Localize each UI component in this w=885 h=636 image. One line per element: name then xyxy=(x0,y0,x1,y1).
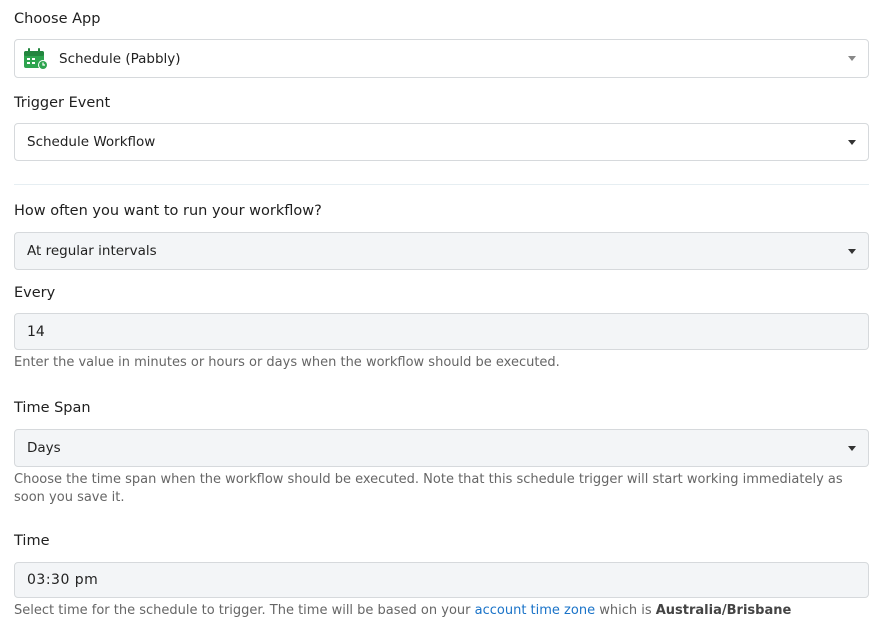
every-value: 14 xyxy=(27,323,45,340)
time-label: Time xyxy=(14,533,50,549)
frequency-label: How often you want to run your workflow? xyxy=(14,203,322,219)
calendar-clock-icon xyxy=(23,47,49,71)
every-input[interactable]: 14 xyxy=(14,313,869,350)
chevron-down-icon xyxy=(848,56,856,61)
trigger-event-select[interactable]: Schedule Workflow xyxy=(14,123,869,161)
time-span-value: Days xyxy=(27,440,61,456)
timezone-value: Australia/Brisbane xyxy=(655,603,792,618)
time-input[interactable]: 03:30 pm xyxy=(14,562,869,598)
time-help-middle: which is xyxy=(595,603,656,618)
frequency-value: At regular intervals xyxy=(27,243,157,259)
time-help-prefix: Select time for the schedule to trigger.… xyxy=(14,603,475,618)
section-divider xyxy=(14,184,869,185)
choose-app-value: Schedule (Pabbly) xyxy=(59,50,181,67)
trigger-event-value: Schedule Workflow xyxy=(27,134,156,150)
time-value: 03:30 pm xyxy=(27,572,99,588)
choose-app-label: Choose App xyxy=(14,11,101,27)
every-label: Every xyxy=(14,285,56,301)
time-span-help-text: Choose the time span when the workflow s… xyxy=(14,472,843,505)
chevron-down-icon xyxy=(848,139,856,145)
time-help-text: Select time for the schedule to trigger.… xyxy=(14,602,874,620)
trigger-event-label: Trigger Event xyxy=(14,95,111,111)
chevron-down-icon xyxy=(848,445,856,451)
every-help-text: Enter the value in minutes or hours or d… xyxy=(14,355,560,370)
time-span-select[interactable]: Days xyxy=(14,429,869,467)
choose-app-select[interactable]: Schedule (Pabbly) xyxy=(14,39,869,78)
frequency-select[interactable]: At regular intervals xyxy=(14,232,869,270)
account-time-zone-link[interactable]: account time zone xyxy=(475,603,595,618)
time-span-label: Time Span xyxy=(14,400,91,416)
chevron-down-icon xyxy=(848,248,856,254)
